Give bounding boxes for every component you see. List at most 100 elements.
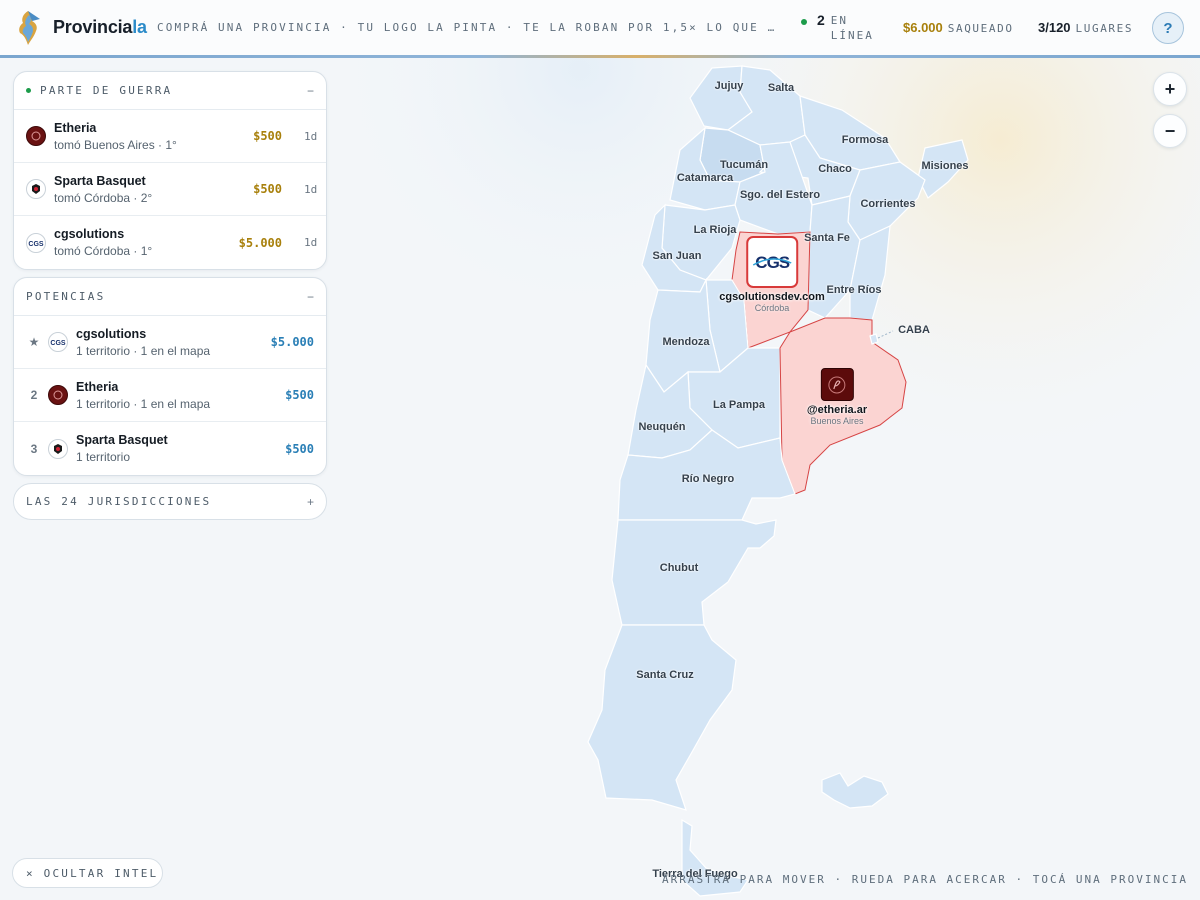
- etheria-avatar-icon: [26, 126, 46, 146]
- places-value: 3/120: [1038, 20, 1071, 35]
- sparta-avatar-icon: [48, 438, 68, 459]
- item-time: 1d: [304, 182, 318, 196]
- powers-item[interactable]: 3 Sparta Basquet 1 territorio $500: [14, 422, 326, 475]
- svg-text:CGS: CGS: [50, 340, 66, 347]
- item-amount: $500: [285, 441, 314, 456]
- looted-value: $6.000: [903, 20, 943, 35]
- war-report-item[interactable]: Sparta Basquet tomó Córdoba · 2° $500 1d: [14, 163, 326, 216]
- etheria-logo-tile[interactable]: [820, 368, 854, 401]
- province-caba[interactable]: [869, 333, 879, 345]
- marker-handle: @etheria.ar: [806, 404, 868, 416]
- label-santiago-del-estero[interactable]: Sgo. del Estero: [740, 189, 820, 201]
- item-amount: $500: [253, 182, 282, 196]
- label-tucuman[interactable]: Tucumán: [720, 159, 768, 171]
- item-time: 1d: [304, 236, 318, 249]
- label-chaco[interactable]: Chaco: [818, 163, 852, 175]
- looted-label: SAQUEADO: [947, 22, 1014, 35]
- item-amount: $5.000: [270, 335, 314, 349]
- item-desc: 1 territorio · 1 en el mapa: [76, 343, 211, 358]
- collapse-toggle-icon[interactable]: −: [307, 290, 314, 304]
- powers-panel: POTENCIAS − ★ CGS cgsolutions 1 territor…: [13, 277, 327, 476]
- cgs-logo-icon: CGS: [752, 253, 792, 272]
- powers-item[interactable]: ★ CGS cgsolutions 1 territorio · 1 en el…: [14, 316, 326, 369]
- online-indicator: 2 EN LÍNEA: [801, 12, 881, 43]
- label-salta[interactable]: Salta: [768, 82, 794, 94]
- item-name: cgsolutions: [76, 326, 147, 341]
- rank-number: 2: [30, 388, 38, 402]
- label-santa-cruz[interactable]: Santa Cruz: [636, 669, 693, 681]
- rank-star-icon: ★: [28, 335, 40, 349]
- item-name: Sparta Basquet: [54, 173, 146, 188]
- hide-intel-button[interactable]: × OCULTAR INTEL: [12, 858, 163, 888]
- label-misiones[interactable]: Misiones: [921, 160, 968, 172]
- online-count: 2: [817, 12, 825, 28]
- label-la-pampa[interactable]: La Pampa: [713, 399, 765, 411]
- places-label: LUGARES: [1075, 22, 1134, 35]
- label-jujuy[interactable]: Jujuy: [715, 80, 744, 92]
- collapse-toggle-icon[interactable]: −: [307, 84, 314, 98]
- war-report-item[interactable]: CGS cgsolutions tomó Córdoba · 1° $5.000…: [14, 216, 326, 269]
- powers-header[interactable]: POTENCIAS −: [14, 278, 326, 316]
- item-desc: tomó Buenos Aires · 1°: [54, 137, 177, 152]
- war-report-title: PARTE DE GUERRA: [40, 84, 173, 97]
- places-stat: 3/120 LUGARES: [1038, 20, 1133, 35]
- etheria-logo-icon: [828, 376, 846, 393]
- marker-cgsolutions[interactable]: CGS cgsolutionsdev.com Córdoba: [719, 236, 825, 313]
- war-report-item[interactable]: Etheria tomó Buenos Aires · 1° $500 1d: [14, 110, 326, 163]
- jurisdictions-panel[interactable]: LAS 24 JURISDICCIONES +: [13, 483, 327, 520]
- label-formosa[interactable]: Formosa: [842, 134, 888, 146]
- marker-handle: cgsolutionsdev.com: [719, 291, 825, 303]
- item-name: cgsolutions: [54, 227, 125, 241]
- powers-item[interactable]: 2 Etheria 1 territorio · 1 en el mapa $5…: [14, 369, 326, 422]
- item-desc: tomó Córdoba · 2°: [54, 190, 153, 205]
- map-hint: ARRASTRÁ PARA MOVER · RUEDA PARA ACERCAR…: [662, 873, 1188, 886]
- brand-title[interactable]: Provinciala: [53, 17, 147, 38]
- online-label: EN LÍNEA: [830, 14, 874, 42]
- zoom-out-button[interactable]: −: [1153, 114, 1187, 148]
- item-name: Sparta Basquet: [76, 433, 168, 447]
- jurisdictions-title: LAS 24 JURISDICCIONES: [26, 495, 212, 508]
- marker-province: Córdoba: [754, 303, 790, 313]
- item-name: Etheria: [54, 120, 97, 135]
- label-neuquen[interactable]: Neuquén: [638, 421, 685, 433]
- help-button[interactable]: ?: [1152, 12, 1184, 44]
- provinciala-logo-icon[interactable]: [14, 9, 44, 47]
- marker-province: Buenos Aires: [810, 416, 864, 426]
- item-amount: $5.000: [238, 235, 282, 250]
- label-san-juan[interactable]: San Juan: [653, 250, 702, 262]
- svg-text:CGS: CGS: [28, 241, 44, 248]
- label-corrientes[interactable]: Corrientes: [860, 198, 915, 210]
- live-dot-icon: [26, 88, 31, 93]
- cgs-avatar-icon: CGS: [48, 332, 68, 352]
- item-time: 1d: [304, 129, 318, 143]
- war-report-header[interactable]: PARTE DE GUERRA −: [14, 72, 326, 110]
- looted-stat: $6.000 SAQUEADO: [903, 20, 1014, 35]
- item-desc: 1 territorio · 1 en el mapa: [76, 396, 211, 411]
- top-bar: Provinciala COMPRÁ UNA PROVINCIA · TU LO…: [0, 0, 1200, 58]
- rank-number: 3: [30, 441, 38, 456]
- zoom-in-button[interactable]: +: [1153, 72, 1187, 106]
- powers-title: POTENCIAS: [26, 290, 106, 303]
- marker-etheria[interactable]: @etheria.ar Buenos Aires: [807, 368, 867, 426]
- expand-toggle-icon[interactable]: +: [307, 495, 314, 509]
- item-desc: 1 territorio: [76, 450, 131, 464]
- label-chubut[interactable]: Chubut: [660, 562, 698, 574]
- label-caba[interactable]: CABA: [898, 324, 930, 336]
- header-accent-line: [0, 55, 1200, 58]
- item-desc: tomó Córdoba · 1°: [54, 244, 153, 258]
- label-entre-rios[interactable]: Entre Ríos: [826, 284, 881, 296]
- label-la-rioja[interactable]: La Rioja: [694, 224, 737, 236]
- label-mendoza[interactable]: Mendoza: [662, 336, 709, 348]
- item-amount: $500: [285, 388, 314, 402]
- label-rio-negro[interactable]: Río Negro: [682, 473, 735, 485]
- etheria-avatar-icon: [48, 385, 68, 405]
- item-amount: $500: [253, 129, 282, 143]
- sparta-avatar-icon: [26, 179, 46, 199]
- cgs-logo-tile[interactable]: CGS: [745, 236, 798, 288]
- war-report-panel: PARTE DE GUERRA − Etheria tomó Buenos Ai…: [13, 71, 327, 270]
- item-name: Etheria: [76, 379, 119, 394]
- online-dot-icon: [801, 19, 807, 25]
- tagline: COMPRÁ UNA PROVINCIA · TU LOGO LA PINTA …: [157, 21, 777, 34]
- label-catamarca[interactable]: Catamarca: [677, 172, 733, 184]
- cgs-avatar-icon: CGS: [26, 232, 46, 253]
